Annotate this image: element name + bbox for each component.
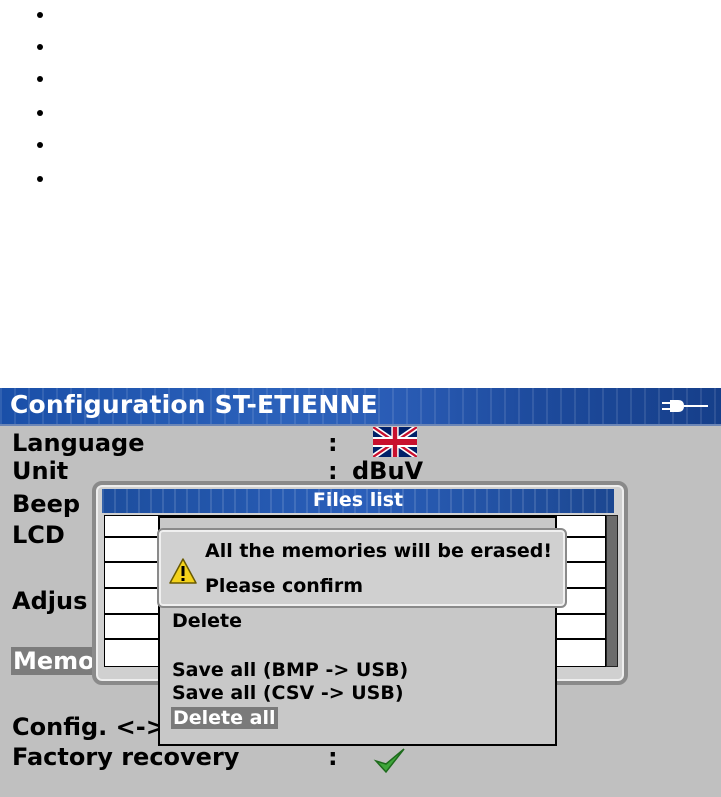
unit-label: Unit [12, 457, 69, 485]
uk-flag-icon[interactable] [373, 427, 417, 457]
memories-label[interactable]: Memo [11, 647, 99, 675]
bullet-6 [37, 176, 43, 182]
confirm-dialog[interactable]: All the memories will be erased! Please … [157, 528, 567, 608]
lcd-label: LCD [12, 521, 65, 549]
menu-item-save-csv[interactable]: Save all (CSV -> USB) [172, 682, 404, 704]
menu-item-delete-all[interactable]: Delete all [171, 707, 278, 729]
window-title: Configuration ST-ETIENNE [10, 390, 378, 419]
bullet-5 [37, 142, 43, 148]
bullet-2 [37, 44, 43, 50]
language-label: Language [12, 429, 145, 457]
files-list-titlebar: Files list [102, 489, 614, 513]
beep-label: Beep [12, 490, 81, 518]
factory-colon: : [328, 743, 338, 771]
menu-item-save-bmp[interactable]: Save all (BMP -> USB) [172, 659, 408, 681]
power-plug-icon [662, 400, 708, 412]
config-label: Config. <-> [12, 713, 166, 741]
device-screen: Configuration ST-ETIENNE Language : Unit… [0, 388, 721, 797]
window-titlebar: Configuration ST-ETIENNE [0, 388, 721, 426]
files-list-scrollbar[interactable] [606, 515, 618, 667]
bullet-3 [37, 76, 43, 82]
bullet-4 [37, 110, 43, 116]
warning-icon [169, 558, 197, 584]
confirm-message: All the memories will be erased! [205, 540, 553, 562]
bullet-1 [37, 12, 43, 18]
adjust-label: Adjus [12, 587, 88, 615]
menu-item-delete[interactable]: Delete [172, 610, 242, 632]
files-list-title: Files list [312, 489, 404, 511]
checkmark-icon[interactable] [373, 745, 407, 777]
language-colon: : [328, 429, 338, 457]
factory-recovery-label: Factory recovery [12, 743, 240, 771]
confirm-prompt: Please confirm [205, 575, 364, 597]
